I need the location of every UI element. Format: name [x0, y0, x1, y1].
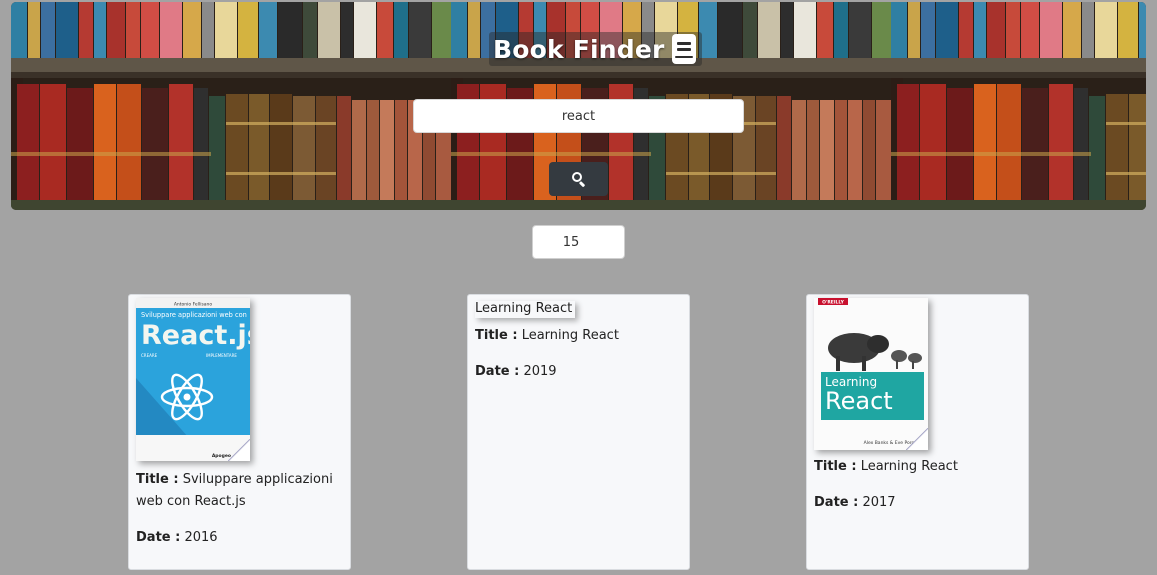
results-count-input[interactable] [532, 225, 625, 259]
app-title: Book Finder [493, 34, 665, 64]
cover-heading: Sviluppare applicazioni web con [141, 311, 247, 319]
book-card[interactable]: Antonio Fellisano Sviluppare applicazion… [128, 294, 351, 570]
book-title-line: Title : Learning React [814, 456, 1020, 478]
search-button[interactable] [549, 162, 608, 196]
cover-right-col: IMPLEMENTARE [206, 353, 237, 358]
title-label: Title : [136, 472, 179, 487]
book-title: Learning React [860, 459, 958, 474]
book-cover-image[interactable]: Antonio Fellisano Sviluppare applicazion… [136, 298, 250, 461]
cover-artwork: Antonio Fellisano Sviluppare applicazion… [136, 298, 250, 461]
book-card[interactable]: O'REILLY Learning React Alex Banks & Eve… [806, 294, 1029, 570]
cover-big-title: React.js [141, 320, 250, 351]
title-label: Title : [475, 328, 518, 343]
date-label: Date : [475, 364, 520, 379]
search-input[interactable] [413, 99, 744, 133]
cover-left-col: CREARE [141, 353, 158, 358]
book-cover-image[interactable]: O'REILLY Learning React Alex Banks & Eve… [814, 298, 928, 450]
book-date-line: Date : 2017 [814, 492, 1020, 514]
cover-publisher: O'REILLY [822, 299, 844, 305]
book-cover-alt-text[interactable]: Learning React [475, 301, 575, 318]
book-title-line: Title : Sviluppare applicazioni web con … [136, 469, 342, 513]
book-date-line: Date : 2016 [136, 527, 342, 549]
book-date: 2017 [862, 495, 896, 510]
book-title-line: Title : Learning React [475, 325, 681, 347]
app-brand: Book Finder [489, 32, 702, 66]
date-label: Date : [814, 495, 859, 510]
search-icon [571, 172, 586, 188]
book-date: 2019 [523, 364, 557, 379]
book-date: 2016 [184, 530, 218, 545]
book-icon [671, 34, 696, 64]
date-label: Date : [136, 530, 181, 545]
book-card[interactable]: Learning React Title : Learning React Da… [467, 294, 690, 570]
book-title: Learning React [521, 328, 619, 343]
cover-author: Antonio Fellisano [174, 302, 213, 308]
title-label: Title : [814, 459, 857, 474]
hero-banner: Book Finder [11, 2, 1146, 210]
cover-title-line2: React [825, 387, 893, 415]
book-date-line: Date : 2019 [475, 361, 681, 383]
